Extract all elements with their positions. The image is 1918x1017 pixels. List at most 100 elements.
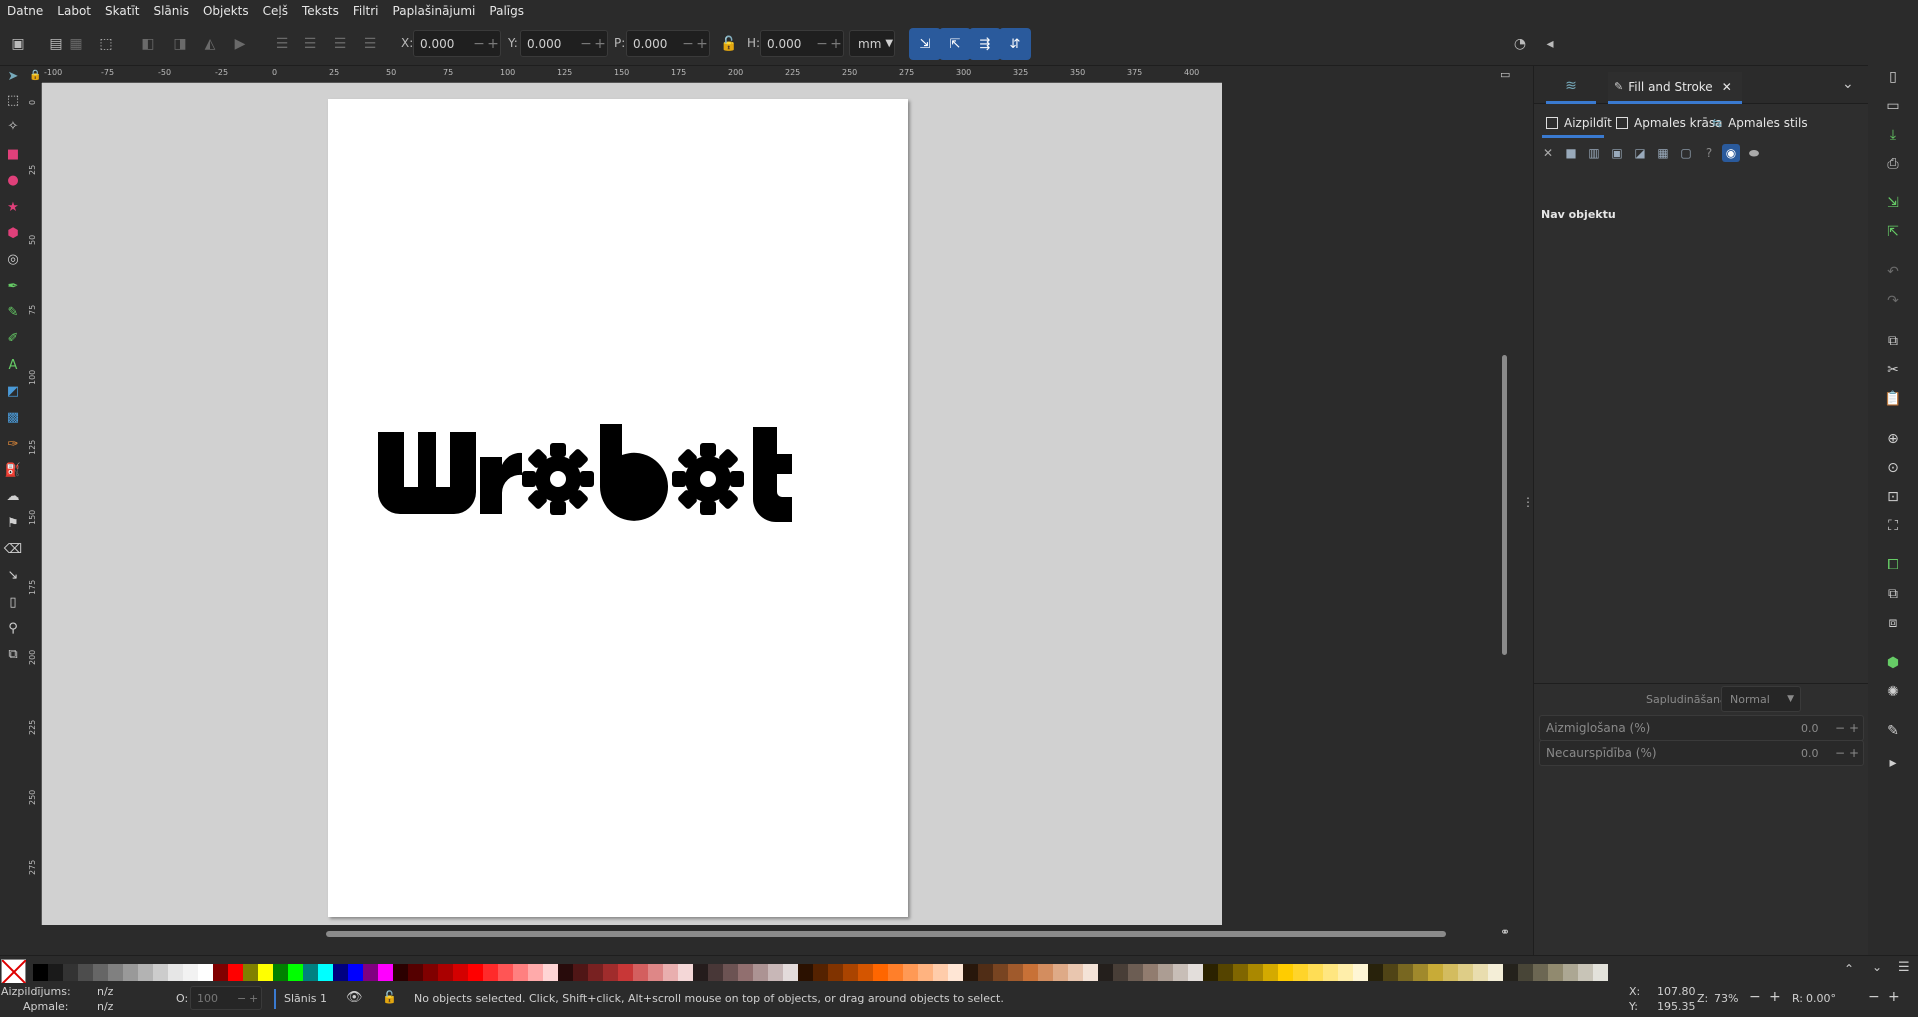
color-swatch[interactable] [963,964,978,981]
color-swatch[interactable] [1443,964,1458,981]
export-icon[interactable]: ⇱ [1882,221,1904,243]
color-swatch[interactable] [573,964,588,981]
redo-icon[interactable]: ↷ [1882,290,1904,312]
fill-and-stroke-icon[interactable]: ✎ [1882,720,1904,742]
mesh-gradient-icon[interactable]: ◪ [1631,144,1649,162]
calligraphy-tool-icon[interactable]: ✐ [3,328,23,348]
color-swatch[interactable] [513,964,528,981]
color-swatch[interactable] [1578,964,1593,981]
raise-to-top-icon[interactable]: ☰ [270,32,294,56]
unit-dropdown[interactable]: mm ▼ [849,30,895,57]
flip-vertical-icon[interactable]: ▶ [228,32,252,56]
color-swatch[interactable] [1413,964,1428,981]
horizontal-scrollbar[interactable] [42,925,1446,943]
color-swatch[interactable] [243,964,258,981]
zoom-page-icon[interactable]: ⊡ [1882,486,1904,508]
tab-stroke-style[interactable]: ⇆ Apmales stils [1712,116,1808,130]
pages-tool-icon[interactable]: ▯ [3,592,23,612]
color-swatch[interactable] [1563,964,1578,981]
undo-icon[interactable]: ↶ [1882,261,1904,283]
color-swatch[interactable] [228,964,243,981]
rotate-minus-icon[interactable]: − [1868,989,1880,1005]
fill-rule-evenodd-icon[interactable]: ◉ [1722,144,1740,162]
canvas[interactable] [42,83,1222,925]
color-swatch[interactable] [603,964,618,981]
zoom-out-icon[interactable]: − [1749,989,1761,1005]
tab-stroke-paint[interactable]: Apmales krāsa [1616,116,1723,130]
tweak-brush-icon[interactable]: ☁ [3,486,23,506]
linear-gradient-icon[interactable]: ▥ [1585,144,1603,162]
color-swatch[interactable] [738,964,753,981]
chevron-up-icon[interactable]: ⌃ [1844,962,1854,976]
color-swatch[interactable] [1083,964,1098,981]
color-swatch[interactable] [363,964,378,981]
opacity-field[interactable]: Necaurspīdība (%) 0.0 − + [1539,740,1864,766]
spiral-tool-icon[interactable]: ◎ [3,249,23,269]
color-swatch[interactable] [618,964,633,981]
vertical-ruler[interactable]: 0 25 50 75 100 125 150 175 200 225 250 275 [26,83,42,925]
pencil-tool-icon[interactable]: ✎ [3,302,23,322]
rotate-cw-icon[interactable]: ◨ [168,32,192,56]
collapse-icon[interactable]: ◂ [1538,32,1562,56]
color-management-icon[interactable]: ⚭ [1500,925,1518,943]
group-icon[interactable]: ⬢ [1882,652,1904,674]
radial-gradient-icon[interactable]: ▣ [1608,144,1626,162]
pattern-icon[interactable]: ▦ [1654,144,1672,162]
color-swatch[interactable] [453,964,468,981]
color-swatch[interactable] [588,964,603,981]
paste-icon[interactable]: 📋 [1882,388,1904,410]
color-swatch[interactable] [438,964,453,981]
color-swatch[interactable] [183,964,198,981]
color-swatch[interactable] [1173,964,1188,981]
lower-to-bottom-icon[interactable]: ☰ [358,32,382,56]
fill-rule-nonzero-icon[interactable]: ⬬ [1745,144,1763,162]
blend-mode-dropdown[interactable]: Normal ▼ [1721,686,1801,712]
color-swatch[interactable] [528,964,543,981]
transform-patterns-icon[interactable]: ⇵ [999,28,1031,60]
color-swatch[interactable] [1518,964,1533,981]
scroll-thumb[interactable] [326,931,1446,937]
eraser-tool-icon[interactable]: ⌫ [3,539,23,559]
color-swatch[interactable] [213,964,228,981]
menu-edit[interactable]: Labot [50,0,98,22]
color-swatch[interactable] [633,964,648,981]
chevron-down-icon[interactable]: ⌄ [1872,960,1882,974]
menu-text[interactable]: Teksts [295,0,346,22]
ruler-corner-lock-icon[interactable]: 🔒 [26,67,42,83]
color-swatch[interactable] [93,964,108,981]
color-swatch[interactable] [858,964,873,981]
color-swatch[interactable] [333,964,348,981]
pen-tool-icon[interactable]: ✒ [3,276,23,296]
minus-icon[interactable]: − [472,36,486,52]
raise-icon[interactable]: ☰ [298,32,322,56]
color-swatch[interactable] [1458,964,1473,981]
color-swatch[interactable] [1428,964,1443,981]
color-swatch[interactable] [723,964,738,981]
color-swatch[interactable] [1023,964,1038,981]
color-swatch[interactable] [33,964,48,981]
no-paint-icon[interactable]: ✕ [1539,144,1557,162]
import-icon[interactable]: ⇲ [1882,192,1904,214]
chevron-down-icon[interactable]: ⌄ [1842,76,1854,92]
selector-tool-icon[interactable]: ➤ [3,66,23,86]
color-swatch[interactable] [948,964,963,981]
color-swatch[interactable] [48,964,63,981]
width-field[interactable]: 0.000 − + [626,30,710,57]
lower-icon[interactable]: ☰ [328,32,352,56]
menu-file[interactable]: Datne [0,0,50,22]
fill-indicator-value[interactable]: n/z [97,985,113,998]
node-tool-icon[interactable]: ⬚ [3,90,23,110]
color-swatch[interactable] [393,964,408,981]
color-swatch[interactable] [648,964,663,981]
scale-corners-icon[interactable]: ⇱ [939,28,971,60]
mesh-tool-icon[interactable]: ▩ [3,407,23,427]
vertical-scrollbar[interactable] [1497,83,1511,925]
color-swatch[interactable] [1188,964,1203,981]
menu-path[interactable]: Ceļš [256,0,295,22]
ungroup-icon[interactable]: ✺ [1882,681,1904,703]
color-swatch[interactable] [303,964,318,981]
rotate-plus-icon[interactable]: + [1888,989,1900,1005]
color-swatch[interactable] [918,964,933,981]
close-icon[interactable]: ✕ [1722,80,1732,94]
color-swatch[interactable] [1473,964,1488,981]
